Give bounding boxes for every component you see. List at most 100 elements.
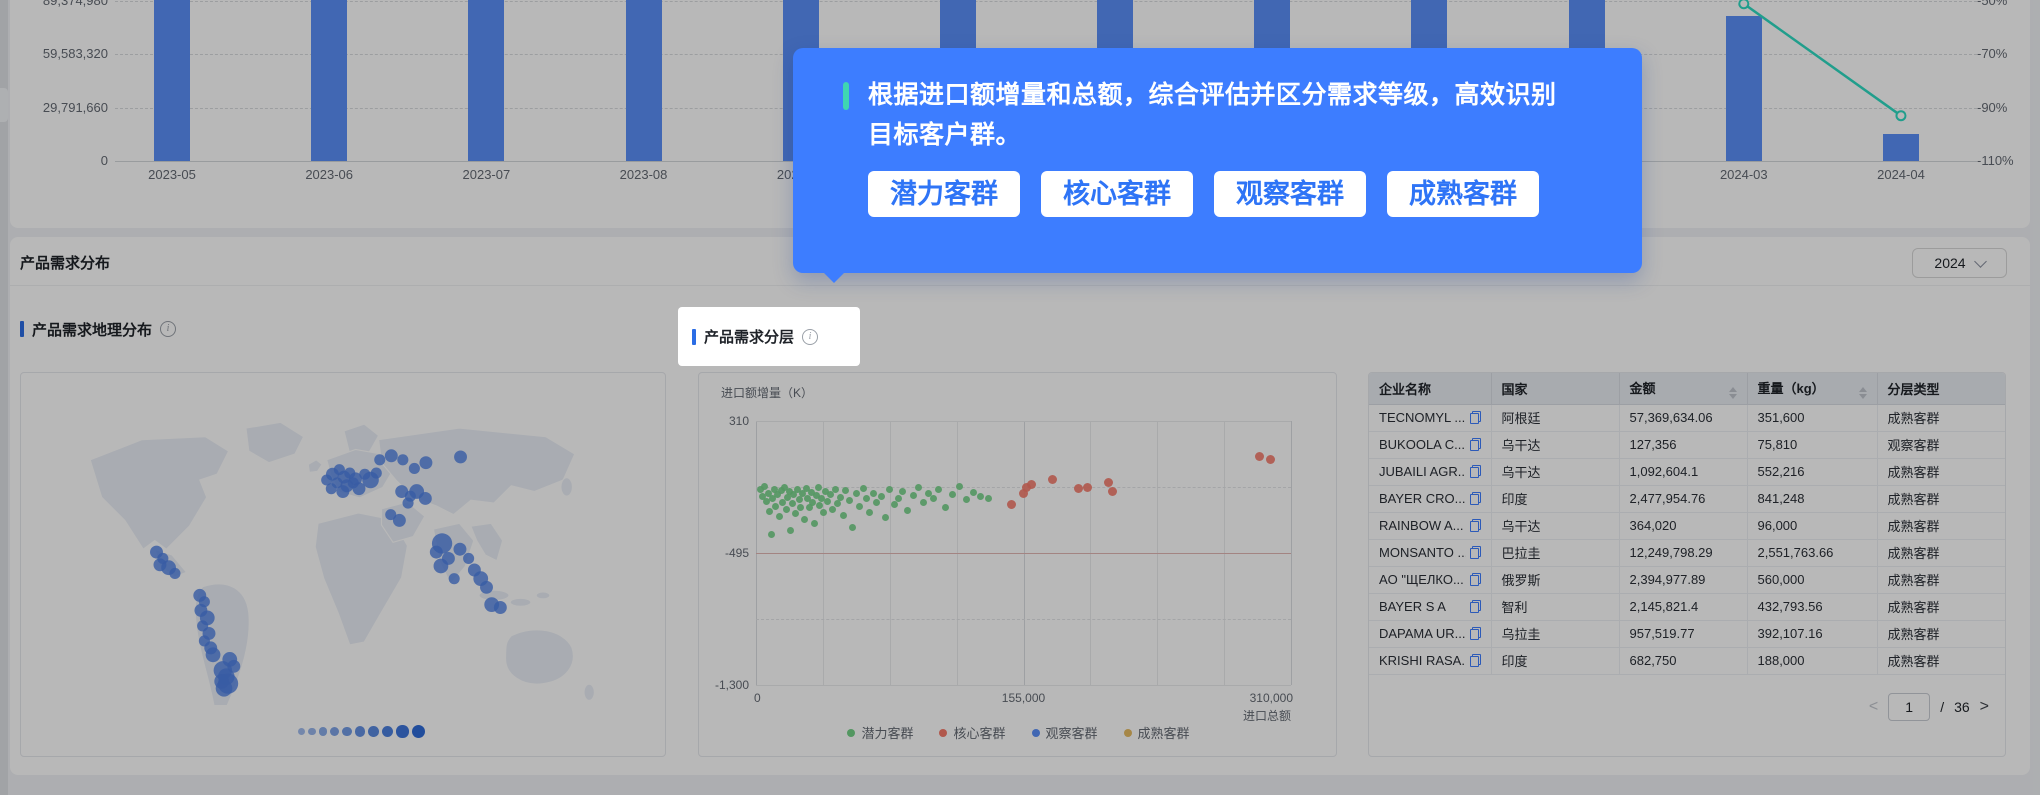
tooltip-segment-button[interactable]: 观察客群 (1214, 171, 1366, 217)
legend-label: 核心客群 (953, 726, 1006, 741)
amount-cell: 957,519.77 (1619, 620, 1748, 648)
copy-icon[interactable] (1469, 573, 1481, 586)
scatter-point (869, 489, 877, 497)
scatter-point (768, 530, 776, 538)
map-dot (429, 545, 443, 559)
copy-icon[interactable] (1469, 438, 1481, 451)
legend-item[interactable]: 成熟客群 (1123, 723, 1190, 742)
copy-icon[interactable] (1469, 492, 1481, 505)
size-legend-dot (330, 727, 340, 736)
amount-cell: 2,477,954.76 (1619, 485, 1748, 513)
table-header-cell: 分层类型 (1877, 373, 2005, 405)
scatter-point (1255, 451, 1265, 461)
company-table: 企业名称 国家 金额 重量（kg） 分层类型 TECNOMYL ... 阿根廷 57,369… (1369, 373, 2005, 675)
scatter-point (890, 501, 898, 509)
table-row: MONSANTO ... 巴拉圭 12,249,798.29 2,551,763.66… (1369, 539, 2005, 567)
legend-dot-icon (1123, 728, 1132, 737)
page-prev-icon[interactable]: < (1869, 698, 1878, 716)
copy-icon[interactable] (1469, 465, 1481, 478)
scatter-point (949, 491, 957, 499)
amount-cell: 12,249,798.29 (1619, 539, 1748, 567)
company-name-cell: AO "ЩЕЛКО... (1369, 566, 1492, 594)
world-map-panel (20, 372, 666, 757)
tooltip-segment-button[interactable]: 核心客群 (1041, 171, 1193, 217)
sort-icons[interactable] (1728, 386, 1737, 399)
copy-icon[interactable] (1469, 654, 1481, 667)
scatter-legend: 潜力客群 核心客群 观察客群 成熟客群 (699, 723, 1338, 742)
sort-icons[interactable] (1858, 386, 1867, 399)
sort-desc-icon[interactable] (1728, 393, 1737, 399)
company-name: BAYER S A (1379, 599, 1446, 614)
scatter-y-tick: -1,300 (714, 678, 749, 692)
map-dot (480, 580, 493, 594)
scatter-point (909, 492, 917, 500)
table-header-cell[interactable]: 重量（kg） (1747, 373, 1878, 405)
scatter-point (852, 490, 860, 498)
table-row: KRISHI RASA... 印度 682,750 188,000 成熟客群 (1369, 647, 2005, 675)
copy-icon[interactable] (1469, 546, 1481, 559)
year-select[interactable]: 2024 (1912, 248, 2007, 278)
weight-cell: 351,600 (1747, 404, 1878, 432)
map-dot (418, 492, 432, 505)
scatter-point (831, 485, 839, 493)
tooltip-segment-button[interactable]: 成熟客群 (1387, 171, 1539, 217)
map-dot (215, 679, 233, 697)
copy-icon[interactable] (1469, 600, 1481, 613)
map-dot (453, 542, 467, 556)
scatter-point (837, 493, 845, 501)
map-dot (336, 485, 350, 498)
size-legend-dot (342, 726, 352, 737)
legend-item[interactable]: 观察客群 (1031, 723, 1098, 742)
collapsed-sidebar-strip (0, 0, 8, 795)
table-header-cell[interactable]: 金额 (1619, 373, 1748, 405)
scatter-x-tick: 0 (754, 691, 761, 705)
scatter-y-tick: -495 (724, 546, 749, 560)
country-cell: 阿根廷 (1491, 404, 1620, 432)
tier-cell: 成熟客群 (1877, 485, 2005, 513)
sort-desc-icon[interactable] (1858, 393, 1867, 399)
page-next-icon[interactable]: > (1980, 698, 1989, 716)
scatter-point (797, 503, 805, 511)
page-number-box[interactable]: 1 (1888, 693, 1931, 721)
tier-cell: 成熟客群 (1877, 593, 2005, 621)
table-header-cell: 国家 (1491, 373, 1620, 405)
scatter-point (899, 488, 907, 495)
sort-asc-icon[interactable] (1858, 386, 1867, 392)
legend-item[interactable]: 核心客群 (939, 723, 1006, 742)
scatter-point (969, 488, 977, 496)
weight-cell: 188,000 (1747, 647, 1878, 675)
tier-cell: 成熟客群 (1877, 620, 2005, 648)
tooltip-segment-button[interactable]: 潜力客群 (868, 171, 1020, 217)
size-legend-dot (396, 725, 409, 738)
company-name: TECNOMYL ... (1379, 410, 1466, 425)
weight-cell: 2,551,763.66 (1747, 539, 1878, 567)
scatter-point (761, 483, 769, 491)
table-header-row: 企业名称 国家 金额 重量（kg） 分层类型 (1369, 373, 2005, 405)
scatter-point (930, 495, 938, 503)
map-dot (321, 474, 333, 486)
country-cell: 乌干达 (1491, 512, 1620, 540)
info-icon[interactable]: i (160, 321, 177, 337)
map-dot (205, 647, 221, 663)
copy-icon[interactable] (1469, 519, 1481, 532)
scatter-gridline (756, 685, 1291, 686)
weight-cell: 392,107.16 (1747, 620, 1878, 648)
legend-item[interactable]: 潜力客群 (847, 723, 913, 742)
tier-cell: 观察客群 (1877, 431, 2005, 459)
scatter-plot: 310 -495 -1,300 0 155,000 310,000 (699, 373, 1338, 758)
scatter-panel: 进口额增量（K） 310 -495 -1,300 0 155,000 310,000 进口… (698, 372, 1337, 757)
copy-icon[interactable] (1469, 627, 1481, 640)
sidebar-expand-handle[interactable] (0, 88, 8, 122)
country-cell: 俄罗斯 (1491, 566, 1620, 594)
info-icon[interactable]: i (802, 328, 819, 345)
copy-icon[interactable] (1469, 411, 1481, 424)
scatter-point (839, 511, 847, 519)
size-legend-dot (381, 725, 394, 738)
scatter-point (963, 496, 971, 504)
geo-panel-title: 产品需求地理分布 i (20, 318, 177, 340)
sort-asc-icon[interactable] (1728, 386, 1737, 392)
company-name: KRISHI RASA... (1379, 653, 1466, 668)
pagination: < 1 / 36 > (1869, 693, 1989, 721)
legend-label: 潜力客群 (861, 726, 914, 741)
scatter-point (811, 519, 819, 527)
